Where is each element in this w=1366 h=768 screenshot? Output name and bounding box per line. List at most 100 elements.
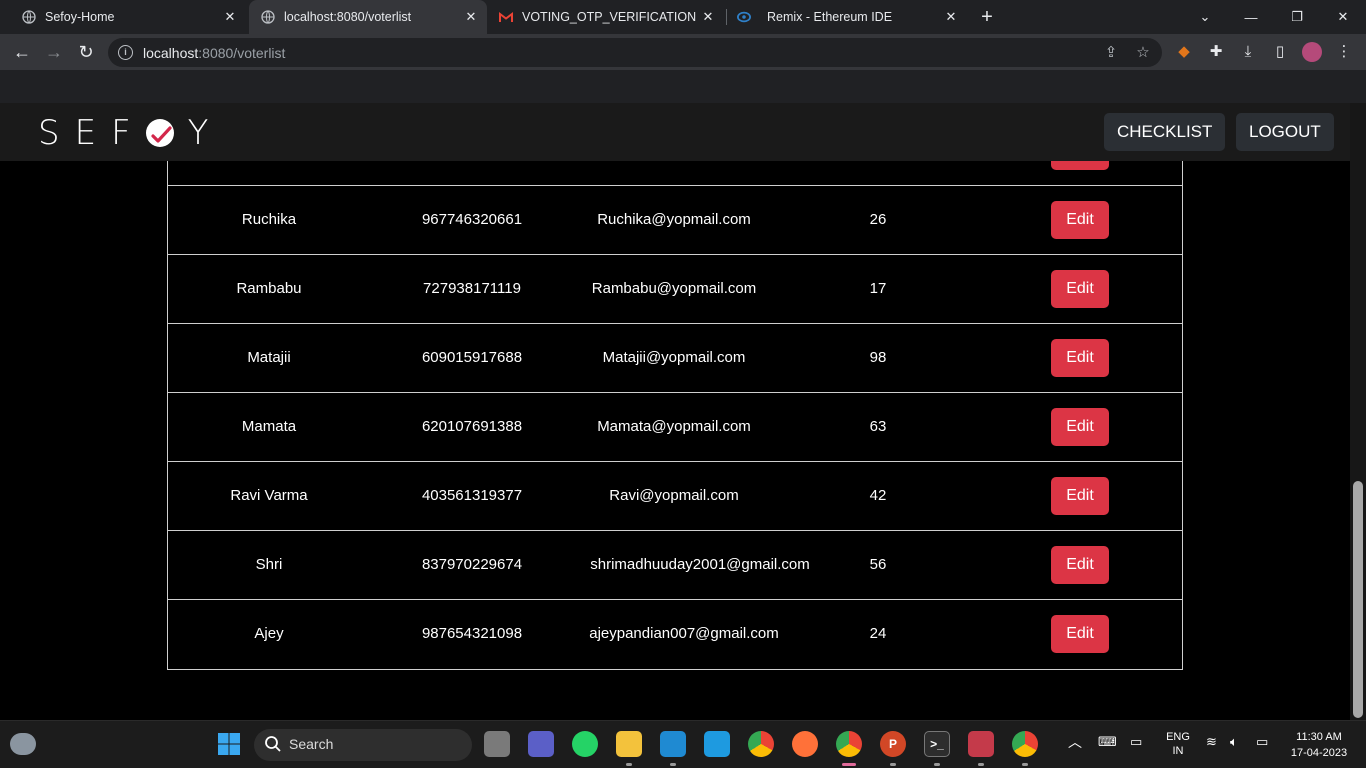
table-row: Ajey 987654321098 ajeypandian007@gmail.c… (168, 600, 1182, 669)
search-icon (264, 735, 282, 758)
chrome-profile-2-icon[interactable] (1012, 731, 1038, 757)
snipping-tool-icon[interactable] (968, 731, 994, 757)
edit-button[interactable]: Edit (1051, 546, 1109, 584)
forward-icon[interactable]: → (42, 40, 66, 64)
voter-table: Ruchika 967746320661 Ruchika@yopmail.com… (167, 103, 1183, 670)
tab-gmail-otp[interactable]: VOTING_OTP_VERIFICATION - sh ✕ (487, 0, 724, 34)
tab-title: localhost:8080/voterlist (284, 10, 412, 24)
page-content: Ruchika 967746320661 Ruchika@yopmail.com… (0, 103, 1350, 720)
site-info-icon[interactable]: i (118, 45, 133, 60)
close-tab-icon[interactable]: ✕ (943, 9, 959, 25)
teams-chat-icon[interactable] (528, 731, 554, 757)
keyboard-icon[interactable]: ⌨ (1098, 735, 1117, 749)
voter-age: 26 (869, 211, 887, 228)
wifi-icon[interactable]: ≋ (1206, 735, 1217, 749)
voter-age: 17 (869, 280, 887, 297)
running-indicator (978, 763, 984, 766)
powerpoint-icon[interactable]: P (880, 731, 906, 757)
profile-avatar-icon[interactable] (1302, 42, 1322, 62)
globe-icon (22, 10, 36, 24)
voter-phone: 727938171119 (423, 280, 521, 297)
side-panel-icon[interactable]: ▯ (1270, 42, 1290, 62)
edit-button[interactable]: Edit (1051, 408, 1109, 446)
tab-remix[interactable]: Remix - Ethereum IDE ✕ (727, 0, 967, 34)
url-path: :8080/voterlist (198, 45, 286, 61)
bookmark-star-icon[interactable]: ☆ (1134, 44, 1152, 62)
voter-phone: 987654321098 (421, 625, 523, 642)
table-row: Mamata 620107691388 Mamata@yopmail.com 6… (168, 393, 1182, 462)
tab-title: Sefoy-Home (45, 10, 115, 24)
voter-name: Ravi Varma (230, 487, 308, 504)
running-indicator (670, 763, 676, 766)
windows-start-icon[interactable] (216, 731, 242, 757)
whatsapp-icon[interactable] (572, 731, 598, 757)
language-indicator[interactable]: ENG IN (1162, 730, 1194, 758)
voter-email: Mamata@yopmail.com (597, 418, 751, 435)
close-tab-icon[interactable]: ✕ (222, 9, 238, 25)
firefox-icon[interactable] (792, 731, 818, 757)
vscode-icon[interactable] (660, 731, 686, 757)
address-url[interactable]: localhost:8080/voterlist (143, 45, 285, 61)
edit-button[interactable]: Edit (1051, 615, 1109, 653)
voter-name: Rambabu (236, 280, 302, 297)
taskbar-clock[interactable]: 11:30 AM 17-04-2023 (1284, 729, 1354, 761)
table-row: Ruchika 967746320661 Ruchika@yopmail.com… (168, 186, 1182, 255)
voter-name: Matajii (247, 349, 291, 366)
voter-email: Matajii@yopmail.com (602, 349, 746, 366)
checkmark-icon (145, 119, 174, 147)
touchpad-icon[interactable]: ▭ (1130, 735, 1142, 749)
voter-age: 56 (869, 556, 887, 573)
download-icon[interactable]: ⤓ (1238, 42, 1258, 62)
tab-search-chevron-icon[interactable]: ⌄ (1182, 0, 1228, 34)
voter-phone: 403561319377 (421, 487, 523, 504)
edit-button[interactable]: Edit (1051, 477, 1109, 515)
edit-button[interactable]: Edit (1051, 339, 1109, 377)
table-row: Shri 837970229674 shrimadhuuday2001@gmai… (168, 531, 1182, 600)
new-tab-icon[interactable]: + (976, 6, 998, 28)
page-scrollbar[interactable] (1350, 103, 1366, 720)
voter-email: Ravi@yopmail.com (609, 487, 739, 504)
logo-text-right: Y (187, 113, 224, 153)
voter-age: 42 (869, 487, 887, 504)
checklist-button[interactable]: CHECKLIST (1104, 113, 1226, 151)
battery-icon[interactable]: ▭ (1256, 735, 1268, 749)
logout-button[interactable]: LOGOUT (1236, 113, 1334, 151)
clock-date: 17-04-2023 (1290, 747, 1348, 759)
minimize-icon[interactable]: — (1228, 0, 1274, 34)
windows-taskbar: Search P >_ ︿ ⌨ ▭ ENG IN ≋ 🔈︎ ▭ 11:30 AM… (0, 720, 1366, 768)
extensions-icon[interactable]: ✚ (1206, 42, 1226, 62)
globe-icon (261, 10, 275, 24)
show-hidden-icons-chevron-icon[interactable]: ︿ (1068, 735, 1082, 749)
terminal-icon[interactable]: >_ (924, 731, 950, 757)
edit-button[interactable]: Edit (1051, 201, 1109, 239)
reload-icon[interactable]: ↻ (74, 40, 98, 64)
weather-icon[interactable] (10, 733, 36, 755)
restore-icon[interactable]: ❐ (1274, 0, 1320, 34)
share-icon[interactable]: ⇪ (1102, 44, 1120, 62)
tab-sefoy-home[interactable]: Sefoy-Home ✕ (0, 0, 246, 34)
back-icon[interactable]: ← (10, 40, 34, 64)
close-tab-icon[interactable]: ✕ (463, 9, 479, 25)
tab-voterlist[interactable]: localhost:8080/voterlist ✕ (249, 0, 487, 34)
running-indicator (1022, 763, 1028, 766)
voter-name: Mamata (241, 418, 297, 435)
desktop-app-icon[interactable] (704, 731, 730, 757)
task-view-icon[interactable] (484, 731, 510, 757)
edit-button[interactable]: Edit (1051, 270, 1109, 308)
voter-email: Rambabu@yopmail.com (591, 280, 757, 297)
scrollbar-thumb[interactable] (1353, 481, 1363, 718)
close-tab-icon[interactable]: ✕ (700, 9, 716, 25)
address-bar[interactable]: i localhost:8080/voterlist ⇪ ☆ (108, 38, 1162, 67)
chrome-icon[interactable] (748, 731, 774, 757)
volume-muted-icon[interactable]: 🔈︎ (1230, 735, 1238, 749)
language-code: ENG (1166, 731, 1190, 743)
file-explorer-icon[interactable] (616, 731, 642, 757)
voter-name: Ruchika (241, 211, 297, 228)
close-window-icon[interactable]: ✕ (1320, 0, 1366, 34)
sefoy-logo[interactable]: SEF Y (38, 113, 223, 153)
menu-icon[interactable]: ⋮ (1334, 42, 1354, 62)
taskbar-search[interactable]: Search (254, 729, 472, 761)
chrome-profile-icon[interactable] (836, 731, 862, 757)
metamask-icon[interactable]: ◆ (1174, 42, 1194, 62)
remix-icon (737, 10, 751, 24)
